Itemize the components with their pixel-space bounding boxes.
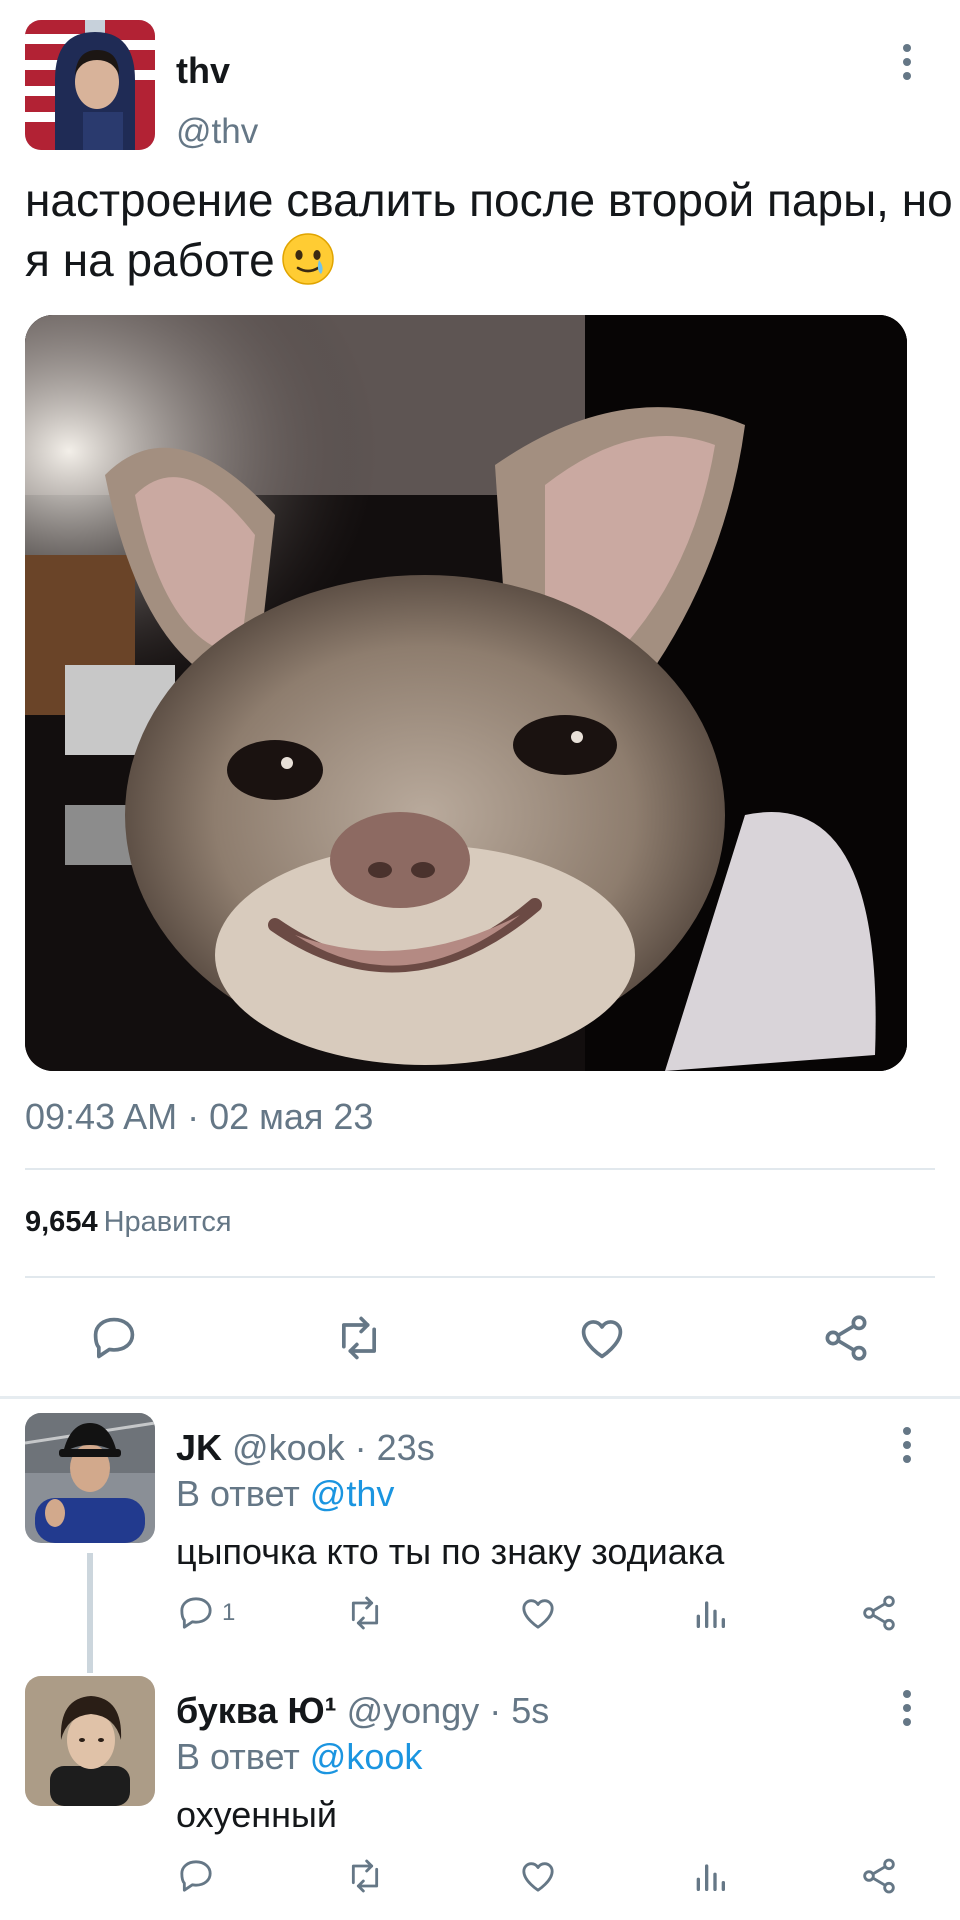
more-options-icon[interactable]: [897, 1690, 917, 1726]
reply-icon[interactable]: [88, 1312, 140, 1364]
more-options-icon[interactable]: [897, 1427, 917, 1463]
thread-line: [87, 1553, 93, 1673]
analytics-icon[interactable]: [690, 1593, 730, 1633]
more-options-icon[interactable]: [897, 44, 917, 80]
share-icon[interactable]: [859, 1856, 899, 1896]
share-icon[interactable]: [859, 1593, 899, 1633]
face-holding-back-tears-icon: [281, 233, 334, 285]
reply-item[interactable]: буква Ю¹ @yongy · 5s В ответ @kook охуен…: [0, 1676, 960, 1916]
reply-author-handle[interactable]: @kook: [232, 1427, 345, 1468]
replying-mention[interactable]: @kook: [310, 1736, 423, 1777]
like-icon[interactable]: [518, 1593, 558, 1633]
like-icon[interactable]: [576, 1312, 628, 1364]
reply-text: цыпочка кто ты по знаку зодиака: [176, 1531, 725, 1572]
reply-avatar[interactable]: [25, 1676, 155, 1806]
reply-time: · 5s: [489, 1690, 550, 1731]
replying-mention[interactable]: @thv: [310, 1473, 395, 1514]
tweet-header: thv @thv: [25, 20, 935, 152]
replying-to: В ответ @thv: [176, 1473, 394, 1515]
analytics-icon[interactable]: [690, 1856, 730, 1896]
divider: [25, 1168, 935, 1170]
tweet-image[interactable]: [25, 315, 907, 1071]
tweet-text-content: настроение свалить после второй пары, но…: [25, 174, 953, 286]
section-separator: [0, 1396, 960, 1399]
like-icon[interactable]: [518, 1856, 558, 1896]
reply-author-name[interactable]: JK: [176, 1427, 222, 1468]
share-icon[interactable]: [820, 1312, 872, 1364]
reply-avatar[interactable]: [25, 1413, 155, 1543]
tweet-detail-screen: thv @thv настроение свалить после второй…: [0, 0, 960, 1920]
retweet-icon[interactable]: [344, 1593, 386, 1633]
reply-author-name[interactable]: буква Ю¹: [176, 1690, 337, 1731]
reply-text: охуенный: [176, 1794, 337, 1835]
likes-count: 9,654: [25, 1206, 98, 1238]
author-avatar[interactable]: [25, 20, 155, 150]
author-name[interactable]: thv: [176, 50, 230, 92]
reply-icon[interactable]: [176, 1593, 216, 1633]
retweet-icon[interactable]: [332, 1312, 386, 1364]
likes-label: Нравится: [103, 1206, 232, 1238]
replying-prefix: В ответ: [176, 1473, 300, 1514]
tweet-timestamp: 09:43 AM · 02 мая 23: [25, 1096, 374, 1137]
reply-item[interactable]: JK @kook · 23s В ответ @thv цыпочка кто …: [0, 1413, 960, 1643]
reply-icon[interactable]: [176, 1856, 216, 1896]
reply-author-handle[interactable]: @yongy: [347, 1690, 480, 1731]
replying-prefix: В ответ: [176, 1736, 300, 1777]
replying-to: В ответ @kook: [176, 1736, 422, 1778]
divider: [25, 1276, 935, 1278]
author-handle[interactable]: @thv: [176, 112, 258, 152]
reply-header: JK @kook · 23s: [176, 1427, 435, 1469]
likes-summary[interactable]: 9,654 Нравится: [25, 1206, 232, 1239]
reply-count: 1: [222, 1599, 236, 1626]
tweet-text: настроение свалить после второй пары, но…: [25, 170, 955, 290]
reply-time: · 23s: [354, 1427, 435, 1468]
retweet-icon[interactable]: [344, 1856, 386, 1896]
reply-header: буква Ю¹ @yongy · 5s: [176, 1690, 549, 1732]
